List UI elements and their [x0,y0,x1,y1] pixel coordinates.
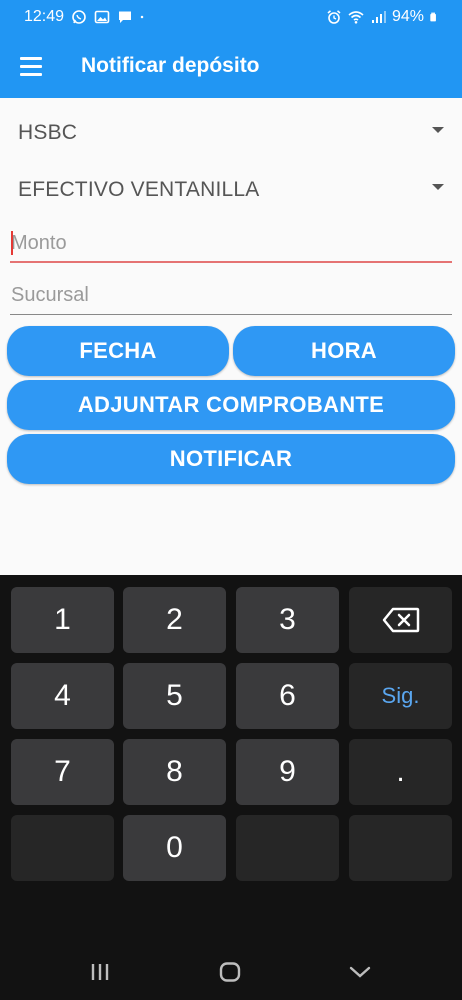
branch-input[interactable] [10,275,452,315]
key-blank-left [11,815,114,881]
key-7[interactable]: 7 [11,739,114,805]
backspace-key[interactable] [349,587,452,653]
message-icon [119,11,132,23]
status-left: 12:49 [24,8,148,26]
branch-underline [10,314,452,315]
whatsapp-icon [72,10,86,24]
status-time: 12:49 [24,8,65,25]
dot-icon [140,15,144,19]
menu-icon[interactable] [14,50,50,82]
date-button[interactable]: FECHA [7,326,229,376]
alarm-icon [327,10,341,24]
branch-field [10,275,452,315]
battery-icon [430,12,436,22]
next-key[interactable]: Sig. [349,663,452,729]
backspace-icon [382,607,419,633]
bank-select[interactable]: HSBC [10,111,452,155]
chevron-down-icon [432,127,444,133]
amount-field [10,223,452,263]
numeric-keyboard: 1 2 3 4 5 6 Sig. 7 8 9 . 0 [0,575,462,1000]
bank-select-value: HSBC [18,121,78,144]
wifi-icon [348,11,364,24]
amount-underline [10,261,452,263]
key-3[interactable]: 3 [236,587,339,653]
attach-receipt-button[interactable]: ADJUNTAR COMPROBANTE [7,380,455,430]
home-button[interactable] [210,957,250,987]
system-nav-bar [0,945,462,1000]
key-1[interactable]: 1 [11,587,114,653]
status-bar: 12:49 94% [0,0,462,36]
key-blank-right [349,815,452,881]
recents-button[interactable] [80,957,120,987]
key-period[interactable]: . [349,739,452,805]
battery-percent: 94% [391,8,424,25]
key-4[interactable]: 4 [11,663,114,729]
deposit-type-select-value: EFECTIVO VENTANILLA [18,178,260,201]
key-6[interactable]: 6 [236,663,339,729]
recents-icon [91,964,109,980]
key-5[interactable]: 5 [123,663,226,729]
deposit-type-select[interactable]: EFECTIVO VENTANILLA [10,168,452,212]
key-0[interactable]: 0 [123,815,226,881]
back-icon [349,966,371,978]
page-title: Notificar depósito [81,54,260,77]
key-blank-middle [236,815,339,881]
notify-button[interactable]: NOTIFICAR [7,434,455,484]
home-icon [219,962,241,982]
status-right: 94% [326,8,440,26]
time-button[interactable]: HORA [233,326,455,376]
amount-input[interactable] [10,223,452,263]
chevron-down-icon [432,184,444,190]
back-button[interactable] [340,957,380,987]
signal-icon [371,11,386,23]
text-cursor [11,231,13,255]
key-2[interactable]: 2 [123,587,226,653]
key-8[interactable]: 8 [123,739,226,805]
key-9[interactable]: 9 [236,739,339,805]
image-icon [94,10,110,24]
app-bar: Notificar depósito [0,36,462,98]
